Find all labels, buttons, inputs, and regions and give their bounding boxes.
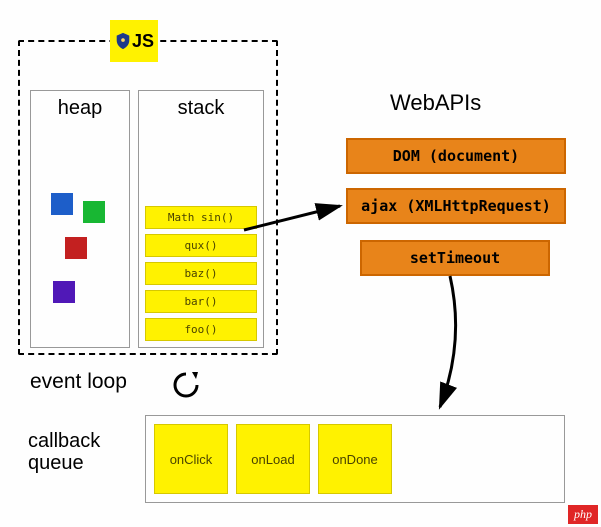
stack-frame: baz() bbox=[145, 262, 257, 285]
heap-object bbox=[51, 193, 73, 215]
callback-queue: onClick onLoad onDone bbox=[145, 415, 565, 503]
callback-queue-label-text: callback queue bbox=[28, 430, 100, 474]
callback-item: onClick bbox=[154, 424, 228, 494]
heap-object bbox=[65, 237, 87, 259]
stack-frame: bar() bbox=[145, 290, 257, 313]
runtime-container: heap stack Math sin() qux() baz() bar() … bbox=[18, 40, 278, 355]
webapi-item-settimeout: setTimeout bbox=[360, 240, 550, 276]
heap-object bbox=[83, 201, 105, 223]
watermark: php bbox=[568, 505, 598, 524]
heap-box: heap bbox=[30, 90, 130, 348]
heap-title: heap bbox=[31, 97, 129, 120]
stack-frame: foo() bbox=[145, 318, 257, 341]
heap-object bbox=[53, 281, 75, 303]
webapi-item-dom: DOM (document) bbox=[346, 138, 566, 174]
webapi-item-ajax: ajax (XMLHttpRequest) bbox=[346, 188, 566, 224]
stack-items: Math sin() qux() baz() bar() foo() bbox=[145, 201, 257, 341]
arrow-api-to-queue bbox=[410, 272, 490, 417]
stack-title: stack bbox=[139, 97, 263, 120]
stack-frame: qux() bbox=[145, 234, 257, 257]
event-loop-label: event loop bbox=[30, 370, 127, 394]
callback-item: onLoad bbox=[236, 424, 310, 494]
js-badge: JS bbox=[110, 20, 158, 62]
js-badge-label: JS bbox=[132, 31, 154, 52]
shield-icon bbox=[114, 32, 132, 50]
stack-box: stack Math sin() qux() baz() bar() foo() bbox=[138, 90, 264, 348]
webapis-title: WebAPIs bbox=[390, 90, 481, 116]
callback-item: onDone bbox=[318, 424, 392, 494]
stack-frame: Math sin() bbox=[145, 206, 257, 229]
callback-queue-label: callback queue bbox=[28, 430, 100, 474]
loop-icon bbox=[170, 370, 202, 400]
